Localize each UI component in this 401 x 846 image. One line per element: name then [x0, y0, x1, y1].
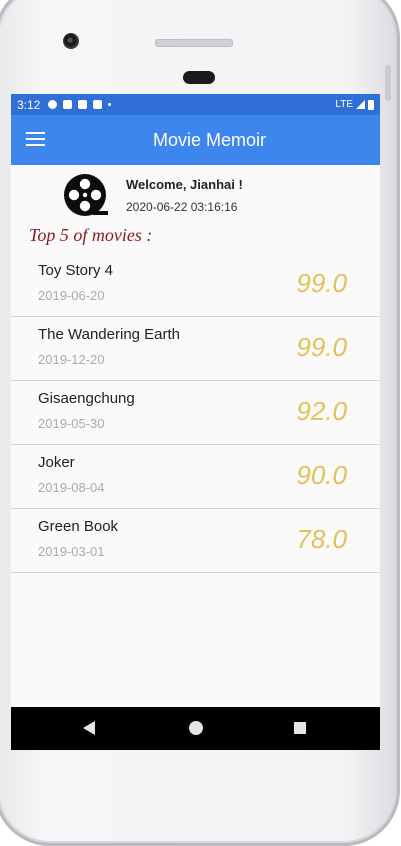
- network-type: LTE: [335, 99, 353, 110]
- movie-release-date: 2019-03-01: [38, 544, 105, 559]
- recent-apps-icon[interactable]: [294, 722, 306, 734]
- front-camera: [63, 33, 79, 49]
- app-bar: Movie Memoir: [11, 115, 380, 165]
- app-screen: 3:12 LTE Movie Memoir Welcome, Jianhai !…: [11, 94, 380, 750]
- section-title: Top 5 of movies :: [29, 225, 153, 245]
- welcome-greeting: Welcome, Jianhai !: [126, 177, 243, 192]
- movie-title: Gisaengchung: [38, 390, 135, 407]
- signal-icon: [356, 100, 365, 109]
- movie-score: 92.0: [296, 396, 347, 426]
- welcome-header: Welcome, Jianhai ! 2020-06-22 03:16:16: [11, 165, 380, 225]
- movie-list: Toy Story 4 2019-06-20 99.0 The Wandering E…: [11, 253, 380, 573]
- movie-row[interactable]: Green Book 2019-03-01 78.0: [11, 509, 380, 573]
- movie-release-date: 2019-12-20: [38, 352, 105, 367]
- navigation-bar: [11, 707, 380, 750]
- android-icon: [63, 100, 73, 109]
- app-title: Movie Memoir: [152, 129, 267, 150]
- earpiece: [183, 71, 215, 84]
- status-right: LTE: [335, 99, 374, 110]
- movie-release-date: 2019-06-20: [38, 288, 105, 303]
- movie-score: 99.0: [296, 332, 347, 362]
- movie-score: 90.0: [296, 460, 347, 490]
- settings-icon: [48, 100, 58, 109]
- movie-release-date: 2019-05-30: [38, 416, 105, 431]
- speaker-grill: [155, 39, 233, 47]
- home-icon[interactable]: [189, 721, 203, 735]
- power-button: [385, 65, 391, 101]
- hamburger-menu-icon[interactable]: [26, 132, 45, 147]
- movie-title: Toy Story 4: [38, 262, 114, 279]
- battery-icon: [368, 99, 374, 110]
- sd-card-icon: [93, 100, 103, 109]
- welcome-datetime: 2020-06-22 03:16:16: [126, 200, 238, 214]
- android-icon: [78, 100, 88, 109]
- movie-row[interactable]: Toy Story 4 2019-06-20 99.0: [11, 253, 380, 317]
- movie-row[interactable]: Joker 2019-08-04 90.0: [11, 445, 380, 509]
- status-time: 3:12: [17, 97, 41, 112]
- movie-title: Green Book: [38, 518, 119, 535]
- movie-release-date: 2019-08-04: [38, 480, 105, 495]
- back-icon[interactable]: [83, 721, 95, 735]
- status-bar: 3:12 LTE: [11, 94, 380, 115]
- film-reel-icon: [64, 174, 108, 216]
- movie-row[interactable]: Gisaengchung 2019-05-30 92.0: [11, 381, 380, 445]
- movie-title: The Wandering Earth: [38, 326, 181, 343]
- movie-row[interactable]: The Wandering Earth 2019-12-20 99.0: [11, 317, 380, 381]
- movie-title: Joker: [38, 454, 75, 471]
- dot-icon: [108, 103, 112, 106]
- notification-icons: [48, 100, 112, 109]
- movie-score: 99.0: [296, 268, 347, 298]
- movie-score: 78.0: [296, 524, 347, 554]
